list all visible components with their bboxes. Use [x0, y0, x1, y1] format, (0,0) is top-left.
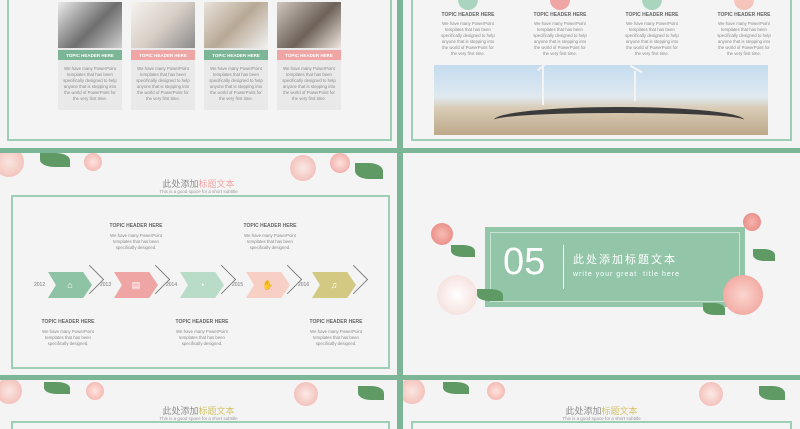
card-text: We have many PowerPoint templates that h… [63, 66, 117, 101]
topic-card: TOPIC HEADER HERE We have many PowerPoint… [58, 2, 122, 110]
flower-decoration [723, 275, 763, 315]
keyboard-desk-photo [204, 2, 268, 48]
slide-subtitle: This is a good space for a short subtitl… [562, 416, 641, 421]
topic-header: TOPIC HEADER HERE [175, 319, 229, 325]
timeline-year: 2014 [166, 282, 178, 288]
leaf-decoration [40, 153, 70, 167]
wind-turbine-icon [634, 71, 636, 101]
topic-text: We have many PowerPoint templates that h… [244, 233, 296, 250]
slide-frame [411, 421, 792, 429]
flower-decoration [487, 382, 505, 400]
card-text: We have many PowerPoint templates that h… [282, 66, 336, 101]
leaf-decoration [44, 382, 70, 394]
topic-text: We have many PowerPoint templates that h… [110, 233, 162, 250]
flower-decoration [0, 380, 22, 404]
flower-decoration [0, 153, 24, 177]
topic-header: TOPIC HEADER HERE [717, 12, 771, 18]
slide-subtitle: This is a good space for a short subtitl… [159, 416, 238, 421]
topic-header: TOPIC HEADER HERE [533, 12, 587, 18]
flower-decoration [699, 382, 723, 406]
flower-decoration [330, 153, 350, 173]
flower-decoration [437, 275, 477, 315]
slide-frame [11, 421, 390, 429]
document-icon: ▤ [131, 279, 141, 290]
leaf-decoration [759, 386, 785, 400]
topic-text: We have many PowerPoint templates that h… [42, 329, 94, 346]
topic-card: TOPIC HEADER HERE We have many PowerPoint… [277, 2, 341, 110]
timeline-bottom-item: TOPIC HEADER HERE We have many PowerPoint… [38, 319, 98, 347]
tablet-desk-photo [131, 2, 195, 48]
leaf-decoration [358, 386, 384, 400]
timeline-top-item: TOPIC HEADER HERE We have many PowerPoint… [106, 223, 166, 251]
timeline-top-item: TOPIC HEADER HERE We have many PowerPoint… [240, 223, 300, 251]
flower-decoration [431, 223, 453, 245]
topic-text: We have many PowerPoint templates that h… [441, 21, 495, 56]
card-header: TOPIC HEADER HERE [131, 50, 195, 60]
slide-thumbnail-2[interactable]: TOPIC HEADER HERE We have many PowerPoint… [403, 0, 800, 148]
lightbulb-icon: ◔ [199, 280, 205, 290]
flower-decoration [84, 153, 102, 171]
card-text: We have many PowerPoint templates that h… [209, 66, 263, 101]
card-header: TOPIC HEADER HERE [277, 50, 341, 60]
topic-header: TOPIC HEADER HERE [243, 223, 297, 229]
topic-text: We have many PowerPoint templates that h… [625, 21, 679, 56]
hand-icon: ✋ [262, 279, 274, 290]
wind-turbine-icon [542, 67, 544, 105]
leaf-decoration [443, 382, 469, 394]
section-banner: 05 此处添加标题文本 write your great title here [485, 227, 745, 307]
timeline-year: 2012 [34, 282, 46, 288]
leaf-decoration [451, 245, 475, 257]
section-number: 05 [503, 241, 546, 283]
card-text: We have many PowerPoint templates that h… [136, 66, 190, 101]
topic-header: TOPIC HEADER HERE [109, 223, 163, 229]
timeline-year: 2016 [298, 282, 310, 288]
flower-decoration [743, 213, 761, 231]
flower-decoration [294, 382, 318, 406]
timeline-bottom-item: TOPIC HEADER HERE We have many PowerPoint… [306, 319, 366, 347]
microphone-icon: ♫ [330, 280, 338, 290]
wind-turbine-road-photo [434, 65, 768, 135]
card-header: TOPIC HEADER HERE [58, 50, 122, 60]
timeline-year: 2013 [100, 282, 112, 288]
laptop-hand-photo [277, 2, 341, 48]
flower-decoration [86, 382, 104, 400]
timeline-bottom-item: TOPIC HEADER HERE We have many PowerPoint… [172, 319, 232, 347]
slide-thumbnail-1[interactable]: TOPIC HEADER HERE We have many PowerPoint… [0, 0, 397, 148]
leaf-decoration [753, 249, 775, 261]
timeline-year: 2015 [232, 282, 244, 288]
slide-thumbnail-6[interactable]: 此处添加标题文本 This is a good space for a shor… [403, 380, 800, 429]
topic-text: We have many PowerPoint templates that h… [533, 21, 587, 56]
slide-thumbnail-4[interactable]: 05 此处添加标题文本 write your great title here [403, 153, 800, 375]
topic-card: TOPIC HEADER HERE We have many PowerPoint… [131, 2, 195, 110]
topic-text: We have many PowerPoint templates that h… [717, 21, 771, 56]
laptop-desk-photo [58, 2, 122, 48]
topic-text: We have many PowerPoint templates that h… [176, 329, 228, 346]
leaf-decoration [703, 303, 725, 315]
section-title: 此处添加标题文本 [573, 254, 677, 266]
topic-header: TOPIC HEADER HERE [441, 12, 495, 18]
flower-decoration [403, 380, 425, 404]
card-header: TOPIC HEADER HERE [204, 50, 268, 60]
leaf-decoration [477, 289, 503, 301]
slide-thumbnail-3[interactable]: 此处添加标题文本 This is a good space for a shor… [0, 153, 397, 375]
banner-divider [563, 245, 564, 289]
topic-card: TOPIC HEADER HERE We have many PowerPoint… [204, 2, 268, 110]
slide-subtitle: This is a good space for a short subtitl… [159, 189, 238, 194]
section-subtitle: write your great title here [573, 271, 680, 278]
topic-header: TOPIC HEADER HERE [41, 319, 95, 325]
slide-thumbnail-5[interactable]: 此处添加标题文本 This is a good space for a shor… [0, 380, 397, 429]
topic-header: TOPIC HEADER HERE [309, 319, 363, 325]
topic-text: We have many PowerPoint templates that h… [310, 329, 362, 346]
topic-header: TOPIC HEADER HERE [625, 12, 679, 18]
home-icon: ⌂ [67, 280, 73, 290]
